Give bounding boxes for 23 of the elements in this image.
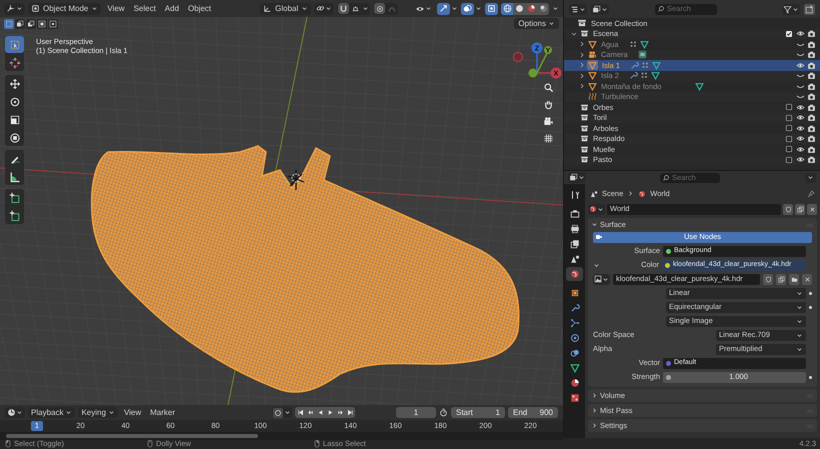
- mode-dropdown[interactable]: Object Mode: [28, 2, 102, 14]
- menu-label: Keying: [81, 406, 106, 418]
- orientation-dropdown[interactable]: Global: [260, 2, 312, 14]
- orientation-label: Global: [275, 2, 298, 14]
- current-frame-field[interactable]: 1: [396, 407, 436, 418]
- menu-item[interactable]: Marker: [147, 407, 178, 418]
- end-frame-field[interactable]: End 900: [508, 407, 558, 418]
- menu-item[interactable]: Select: [130, 2, 159, 14]
- start-value: 1: [496, 406, 500, 418]
- mode-label: Object Mode: [43, 2, 88, 14]
- start-frame-field[interactable]: Start 1: [451, 407, 505, 418]
- options-dropdown[interactable]: Options: [514, 18, 559, 29]
- menu-item[interactable]: Object: [185, 2, 214, 14]
- menu-item[interactable]: Add: [162, 2, 182, 14]
- menu-item[interactable]: View: [104, 2, 128, 14]
- end-label: End: [513, 406, 528, 418]
- menu-item[interactable]: Keying: [78, 407, 118, 418]
- menu-label: Playback: [31, 406, 64, 418]
- menu-item[interactable]: View: [120, 407, 144, 418]
- options-label: Options: [518, 18, 546, 30]
- start-label: Start: [456, 406, 473, 418]
- menu-item[interactable]: Playback: [28, 407, 76, 418]
- end-value: 900: [540, 406, 553, 418]
